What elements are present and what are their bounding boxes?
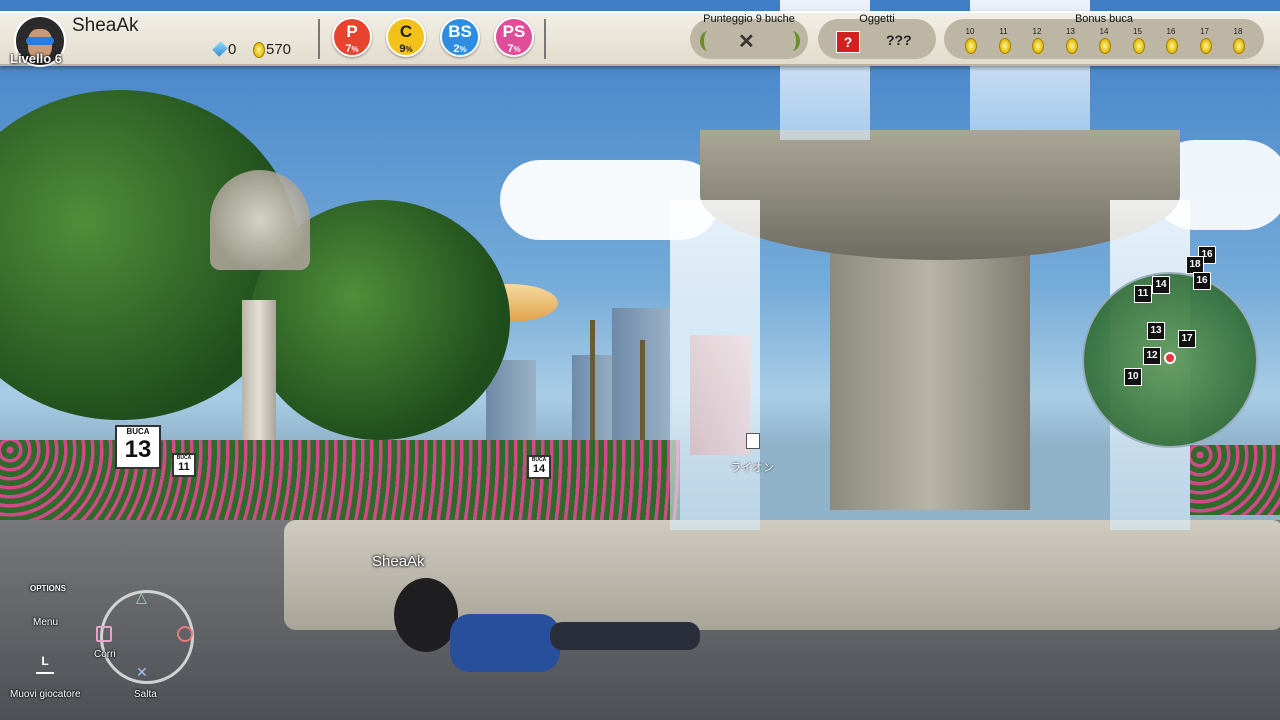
eagle-statue — [210, 170, 310, 270]
items-value: ??? — [886, 32, 912, 48]
question-block-icon: ? — [836, 31, 860, 53]
player-name-tag: SheaAk — [372, 553, 425, 570]
bonus-panel-label: Bonus buca — [1074, 13, 1134, 25]
bonus-hole-number: 16 — [1166, 27, 1176, 36]
character-body — [450, 614, 560, 672]
coin-icon — [1132, 38, 1145, 54]
sunglasses-icon — [26, 37, 54, 45]
bonus-hole-10: 10 — [962, 27, 980, 57]
npc-name: ライオン — [730, 462, 774, 474]
npc-icon[interactable] — [746, 433, 760, 449]
stat-unit: % — [459, 45, 467, 54]
move-player-label: Muovi giocatore — [10, 689, 81, 700]
bonus-panel: Bonus buca 10 11 12 13 14 15 16 17 18 — [944, 13, 1264, 59]
bonus-hole-number: 15 — [1133, 27, 1142, 36]
coin-icon — [1199, 38, 1212, 54]
coin-icon — [1099, 38, 1111, 54]
stat-control: C 9% — [386, 17, 426, 57]
coin-icon — [1032, 38, 1044, 54]
items-panel: Oggetti ? ??? — [818, 13, 936, 59]
bonus-hole-number: 18 — [1233, 27, 1243, 36]
divider — [318, 19, 320, 59]
stat-unit: % — [351, 45, 359, 54]
bonus-hole-number: 12 — [1032, 27, 1042, 36]
coin-icon — [1065, 38, 1078, 54]
hole-sign-number: 11 — [178, 461, 190, 473]
hole-sign-11[interactable]: BUCA 11 — [172, 453, 196, 477]
bonus-hole-17: 17 — [1197, 27, 1215, 57]
minimap-hole-marker: 14 — [1152, 276, 1170, 294]
gem-count: 0 — [228, 41, 237, 58]
coin-icon — [253, 42, 265, 58]
player-level: Livello 6 — [10, 51, 63, 66]
minimap[interactable] — [1082, 272, 1258, 448]
items-panel-label: Oggetti — [859, 13, 895, 25]
bonus-hole-number: 17 — [1200, 27, 1209, 36]
square-button-icon[interactable] — [96, 626, 112, 642]
character-head — [394, 578, 458, 652]
fountain-bowl — [700, 130, 1180, 260]
minimap-hole-marker: 11 — [1134, 285, 1152, 303]
palm-trunk — [590, 320, 595, 460]
bonus-hole-16: 16 — [1163, 27, 1181, 57]
menu-label: Menu — [33, 617, 59, 628]
stat-letter: P — [346, 22, 358, 41]
minimap-hole-marker: 10 — [1124, 368, 1142, 386]
cross-icon: ✕ — [738, 31, 755, 53]
bonus-hole-number: 10 — [965, 27, 975, 36]
bonus-hole-number: 14 — [1099, 27, 1109, 36]
triangle-button-icon[interactable]: △ — [136, 589, 147, 606]
stat-backspin: BS 2% — [440, 17, 480, 57]
run-label: Corri — [94, 649, 116, 660]
divider — [544, 19, 546, 59]
character-legs — [550, 622, 700, 650]
laurel-left-icon — [700, 31, 716, 51]
waterfall — [670, 200, 760, 530]
hole-sign-14[interactable]: BUCA 14 — [527, 455, 551, 479]
score-panel: Punteggio 9 buche ✕ — [690, 13, 808, 59]
gem-icon — [212, 41, 228, 57]
bonus-hole-11: 11 — [996, 27, 1014, 57]
cross-button-icon[interactable]: ✕ — [136, 664, 148, 681]
fountain-column — [830, 230, 1030, 510]
stat-letter: C — [399, 22, 413, 41]
bonus-hole-13: 13 — [1063, 27, 1081, 57]
bonus-hole-number: 13 — [1066, 27, 1075, 36]
stat-topspin: PS 7% — [494, 17, 534, 57]
circle-button-icon[interactable] — [177, 626, 193, 642]
minimap-hole-marker: 13 — [1147, 322, 1165, 340]
coin-icon — [1233, 38, 1245, 54]
flower-bed — [0, 440, 680, 520]
bonus-hole-12: 12 — [1029, 27, 1047, 57]
stat-unit: % — [513, 45, 521, 54]
top-hud-bar: Livello 6 SheaAk 0 570 P 7% C 9% BS 2% P… — [0, 11, 1280, 67]
pin-icon — [1164, 352, 1176, 364]
coin-count: 570 — [266, 41, 292, 58]
bonus-hole-15: 15 — [1130, 27, 1148, 57]
coin-icon — [965, 38, 977, 54]
options-label: OPTIONS — [30, 584, 67, 593]
coin-icon — [1166, 38, 1178, 54]
bonus-hole-number: 11 — [999, 27, 1008, 36]
stat-unit: % — [405, 45, 413, 54]
minimap-hole-marker: 12 — [1143, 347, 1161, 365]
flower-bed — [1190, 445, 1280, 515]
stat-power: P 7% — [332, 17, 372, 57]
coin-icon — [998, 38, 1011, 54]
hole-sign-number: 14 — [532, 463, 546, 475]
hole-sign-13[interactable]: BUCA 13 — [115, 425, 161, 469]
minimap-hole-marker: 17 — [1178, 330, 1196, 348]
jump-label: Salta — [134, 689, 157, 700]
player-name: SheaAk — [72, 15, 139, 36]
hole-sign-number: 13 — [124, 436, 152, 463]
stat-letter: BS — [448, 22, 472, 41]
stat-letter: PS — [502, 22, 526, 41]
bonus-hole-14: 14 — [1096, 27, 1114, 57]
score-panel-label: Punteggio 9 buche — [703, 13, 795, 25]
bonus-hole-18: 18 — [1230, 27, 1248, 57]
l-stick-icon[interactable]: L — [36, 654, 54, 674]
laurel-right-icon — [784, 31, 800, 51]
player-character[interactable] — [390, 578, 710, 688]
minimap-hole-marker: 16 — [1193, 272, 1211, 290]
